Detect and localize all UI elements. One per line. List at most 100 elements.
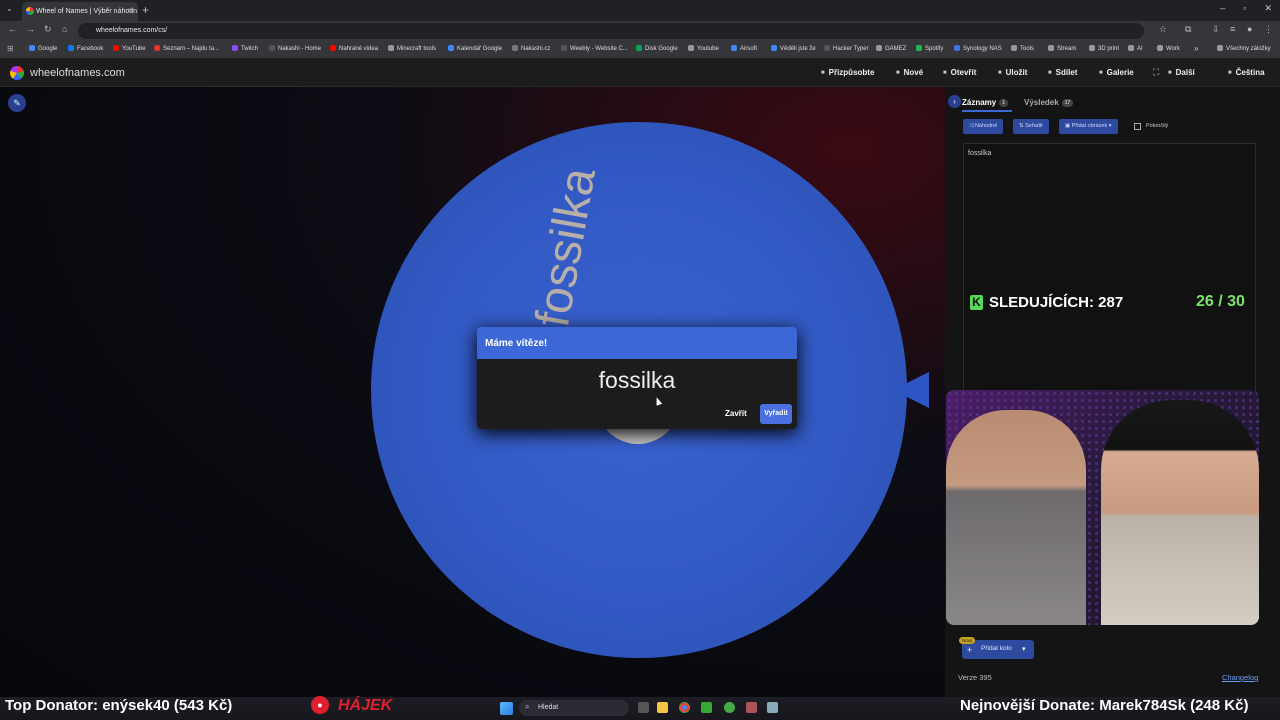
- tab-entries[interactable]: Záznamy 1: [962, 98, 1009, 107]
- bookmark-item[interactable]: Stream: [1048, 45, 1076, 52]
- menu-new[interactable]: Nové: [896, 68, 924, 77]
- bookmark-item[interactable]: Synology NAS: [954, 45, 1002, 52]
- edit-pencil-icon[interactable]: ✎: [8, 94, 26, 112]
- menu-language[interactable]: Čeština: [1228, 68, 1265, 77]
- bookmark-star-icon[interactable]: ☆: [1159, 24, 1167, 35]
- plus-icon: +: [967, 645, 973, 655]
- app-icon[interactable]: [767, 702, 778, 713]
- webcam-feed: [946, 390, 1259, 625]
- file-explorer-icon[interactable]: [657, 702, 668, 713]
- app-icon[interactable]: [746, 702, 757, 713]
- close-tab-icon[interactable]: ×: [128, 5, 133, 15]
- bookmark-item[interactable]: Hacker Typer: [824, 45, 869, 52]
- window-controls: – ▫ ✕: [1220, 3, 1272, 14]
- fullscreen-icon[interactable]: ⛶: [1153, 67, 1159, 78]
- maximize-icon[interactable]: ▫: [1243, 3, 1246, 14]
- tab-entries-count: 1: [999, 99, 1009, 107]
- bookmark-item[interactable]: YouTube: [113, 45, 146, 52]
- windows-start-icon[interactable]: [500, 702, 513, 715]
- bookmark-item[interactable]: Minecraft tools: [388, 45, 436, 52]
- address-bar[interactable]: wheelofnames.com/cs/: [78, 23, 1144, 39]
- search-icon: ⌕: [525, 702, 530, 711]
- menu-gallery[interactable]: Galerie: [1099, 68, 1134, 77]
- bookmark-item[interactable]: GAMEZ: [876, 45, 906, 52]
- bookmark-item[interactable]: Youtube: [688, 45, 719, 52]
- wheel-logo-icon[interactable]: [10, 66, 24, 80]
- chevron-down-icon[interactable]: ▾: [1022, 645, 1026, 653]
- browser-tab[interactable]: Wheel of Names | Výběr náhodn ×: [22, 2, 138, 21]
- bookmark-item[interactable]: Nahrané videa: [330, 45, 378, 52]
- bookmark-item[interactable]: Nakashi - Home: [269, 45, 321, 52]
- tab-results[interactable]: Výsledek 17: [1024, 98, 1074, 107]
- entry-line: fossilka: [968, 150, 992, 157]
- menu-customize[interactable]: Přizpůsobte: [821, 68, 875, 77]
- site-name[interactable]: wheelofnames.com: [30, 67, 125, 79]
- dialog-title: Máme vítěze!: [477, 327, 797, 359]
- task-view-icon[interactable]: [638, 702, 649, 713]
- wheel-favicon-icon: [26, 7, 34, 15]
- bookmark-item[interactable]: Work: [1157, 45, 1180, 52]
- tab-search-icon[interactable]: ⌄: [6, 4, 13, 13]
- taskbar-search[interactable]: Hledat: [519, 700, 629, 716]
- entries-textarea[interactable]: [963, 143, 1256, 393]
- chrome-icon[interactable]: [679, 702, 690, 713]
- bookmark-item[interactable]: Spotify: [916, 45, 943, 52]
- collapse-panel-icon[interactable]: ›: [948, 95, 961, 108]
- reload-icon[interactable]: ↻: [44, 24, 52, 35]
- menu-more[interactable]: Další: [1168, 68, 1195, 77]
- tab-results-label: Výsledek: [1024, 98, 1059, 107]
- followers-overlay: SLEDUJÍCÍCH: 287: [989, 294, 1124, 311]
- home-icon[interactable]: ⌂: [62, 24, 67, 34]
- forward-icon[interactable]: →: [26, 24, 35, 34]
- sidepanel-icon[interactable]: ≡: [1230, 24, 1235, 34]
- top-donator-overlay: Top Donator: enýsek40 (543 Kč): [5, 697, 233, 714]
- apps-icon[interactable]: ⊞: [7, 44, 14, 53]
- url-text: wheelofnames.com/cs/: [96, 27, 168, 34]
- bookmark-item[interactable]: 3D print: [1089, 45, 1119, 52]
- bookmark-item[interactable]: Seznam – Najdu ta...: [154, 45, 219, 52]
- remove-button[interactable]: Vyřadit: [760, 404, 792, 424]
- tab-title: Wheel of Names | Výběr náhodn: [36, 8, 138, 15]
- menu-open[interactable]: Otevřít: [943, 68, 977, 77]
- add-wheel-label: Přidat kolo: [981, 645, 1012, 652]
- bookmark-item[interactable]: Twitch: [232, 45, 258, 52]
- menu-save[interactable]: Uložit: [998, 68, 1028, 77]
- download-icon[interactable]: ⇩: [1212, 24, 1220, 35]
- bookmark-item[interactable]: AI: [1128, 45, 1143, 52]
- streamer-left: [946, 410, 1086, 625]
- bookmark-item[interactable]: Airsoft: [731, 45, 757, 52]
- sort-button[interactable]: ⇅ Seřadit: [1013, 119, 1049, 134]
- back-icon[interactable]: ←: [8, 24, 17, 34]
- bookmark-item[interactable]: Disk Google: [636, 45, 678, 52]
- menu-icon[interactable]: ⋮: [1264, 24, 1273, 35]
- bookmark-item[interactable]: Kalendář Google: [448, 45, 502, 52]
- all-bookmarks[interactable]: Všechny záložky: [1217, 45, 1271, 52]
- bookmark-item[interactable]: Weebly - Website C...: [561, 45, 628, 52]
- bookmark-item[interactable]: Facebook: [68, 45, 103, 52]
- bookmark-item[interactable]: Věděli jste že: [771, 45, 816, 52]
- shuffle-button[interactable]: ⤨ Náhodně: [963, 119, 1004, 134]
- menu-share[interactable]: Sdílet: [1048, 68, 1078, 77]
- close-button[interactable]: Zavřít: [725, 409, 747, 418]
- browser-tab-bar: [0, 0, 1280, 21]
- new-tab-icon[interactable]: +: [142, 3, 149, 17]
- advanced-checkbox[interactable]: [1134, 123, 1141, 130]
- extensions-icon[interactable]: ⧉: [1185, 24, 1191, 35]
- profile-icon[interactable]: ●: [1247, 24, 1252, 34]
- changelog-link[interactable]: Changelog: [1222, 673, 1258, 682]
- app-icon[interactable]: [724, 702, 735, 713]
- sort-label: Seřadit: [1025, 123, 1043, 129]
- shuffle-label: Náhodně: [974, 123, 998, 129]
- more-bookmarks-icon[interactable]: »: [1194, 44, 1198, 53]
- bookmark-item[interactable]: Tools: [1011, 45, 1034, 52]
- new-badge: Nový: [959, 637, 976, 644]
- close-window-icon[interactable]: ✕: [1264, 3, 1272, 14]
- bookmark-item[interactable]: Nakashi.cz: [512, 45, 550, 52]
- taskbar-search-label: Hledat: [538, 704, 559, 711]
- version-text: Verze 395: [958, 673, 992, 682]
- excel-icon[interactable]: [701, 702, 712, 713]
- bookmark-item[interactable]: Google: [29, 45, 57, 52]
- minimize-icon[interactable]: –: [1220, 3, 1225, 14]
- microphone-icon: ●: [311, 696, 329, 714]
- add-image-button[interactable]: ▣ Přidat obrázek ▾: [1059, 119, 1118, 134]
